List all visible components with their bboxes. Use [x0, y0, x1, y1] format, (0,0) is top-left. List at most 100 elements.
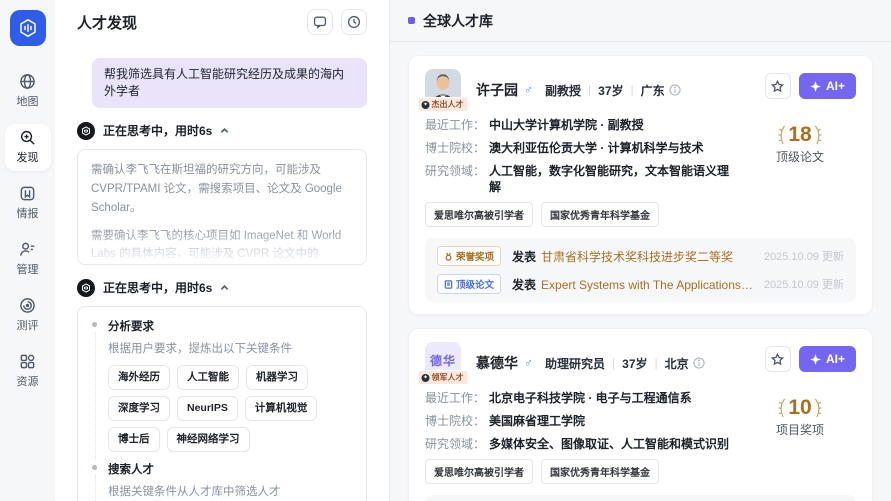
chevron-up-icon	[220, 283, 229, 292]
ai-plus-label: AI+	[826, 79, 845, 93]
info-icon[interactable]	[693, 357, 705, 369]
sidebar-item-label: 发现	[17, 149, 39, 165]
honor-tag: 国家优秀青年科学基金	[541, 459, 659, 484]
favorite-button[interactable]	[765, 73, 791, 99]
info-row-phd: 博士院校： 美国麻省理工学院	[425, 413, 738, 430]
hexagon-wave-icon	[81, 283, 91, 293]
sidebar-item-label: 情报	[17, 205, 39, 221]
honor-tags: 爱思唯尔高被引学者 国家优秀青年科学基金	[425, 459, 856, 484]
info-value: 美国麻省理工学院	[489, 413, 585, 430]
talent-name[interactable]: 慕德华	[476, 353, 518, 373]
talent-card[interactable]: 德华 ✦ 领军人才 慕德华 ♂ 助理研究员 37岁	[408, 328, 873, 501]
pool-header: 全球人才库	[390, 0, 891, 42]
hexagon-wave-icon	[81, 126, 91, 136]
step-search: 搜索人才 根据关键条件从人才库中筛选人才	[91, 461, 353, 501]
divider	[624, 83, 641, 97]
app-logo[interactable]	[10, 10, 46, 46]
award-badge: 荣誉奖项	[437, 246, 501, 266]
activity-link[interactable]: Expert Systems with The Applications new…	[541, 276, 754, 293]
talent-discovery-panel: 人才发现 帮我筛选具有人工智能研究经历及成果的海内外学者 正在思考中，用时6s	[55, 0, 390, 501]
info-label: 最近工作：	[425, 117, 485, 134]
new-chat-button[interactable]	[307, 9, 333, 35]
thinking-steps: 分析要求 根据用户要求，提炼出以下关键条件 海外经历 人工智能 机器学习 深度学…	[77, 306, 367, 501]
honor-tag: 爱思唯尔高被引学者	[425, 459, 533, 484]
keyword-tag: 神经网络学习	[167, 427, 250, 452]
divider	[605, 356, 622, 370]
sidebar-item-discover[interactable]: 发现	[5, 124, 51, 171]
keyword-tag: 计算机视觉	[245, 396, 318, 421]
info-label: 研究领域：	[425, 163, 485, 197]
hexagon-wave-icon	[18, 18, 38, 38]
talent-name[interactable]: 许子园	[476, 80, 518, 100]
chat-header: 人才发现	[55, 0, 389, 44]
info-row-phd: 博士院校： 澳大利亚伍伦贡大学 · 计算机科学与技术	[425, 140, 738, 157]
page-title: 人才发现	[77, 12, 137, 33]
talent-meta: 助理研究员 37岁 北京	[545, 355, 705, 372]
favorite-button[interactable]	[765, 346, 791, 372]
activity-action: 发表	[512, 276, 536, 293]
highlight-stat: 18 顶级论文	[748, 123, 852, 165]
badge-label: 杰出人才	[432, 99, 464, 110]
laurel-icon	[814, 124, 823, 146]
stat-value: 18	[788, 123, 811, 147]
global-talent-pool-panel: 全球人才库	[390, 0, 891, 501]
avatar-wrap: ✦ 杰出人才	[425, 69, 461, 105]
activity-link[interactable]: 甘肃省科学技术奖科技进步奖二等奖	[541, 248, 754, 265]
sidebar-item-map[interactable]: 地图	[5, 68, 51, 115]
activity-badge-label: 荣誉奖项	[456, 249, 494, 263]
thinking-toggle-2[interactable]: 正在思考中，用时6s	[77, 279, 367, 297]
divider	[648, 356, 665, 370]
ai-plus-button[interactable]: AI+	[799, 73, 856, 99]
thinking-status: 正在思考中，用时6s	[103, 279, 212, 296]
info-row-field: 研究领域： 多媒体安全、图像取证、人工智能和模式识别	[425, 436, 738, 453]
age: 37岁	[622, 355, 647, 372]
avatar-wrap: 德华 ✦ 领军人才	[425, 342, 461, 378]
thinking-content-1: 需确认李飞飞在斯坦福的研究方向，可能涉及 CVPR/TPAMI 论文，需搜索项目…	[77, 149, 367, 265]
left-nav-rail: 地图 发现 情报 管理 测评 资源	[0, 0, 55, 501]
sidebar-item-label: 测评	[17, 317, 39, 333]
talent-card[interactable]: ✦ 杰出人才 许子园 ♂ 副教授 37岁 广东	[408, 55, 873, 315]
info-label: 最近工作：	[425, 390, 485, 407]
honor-tag: 爱思唯尔高被引学者	[425, 202, 533, 227]
activity-row: 顶级论文 发表 Expert Systems with The Applicat…	[437, 274, 844, 294]
activity-box: 荣誉奖项 发表 Expert Systems with The Applicat…	[425, 495, 856, 501]
section-bullet	[408, 17, 415, 24]
sidebar-item-resources[interactable]: 资源	[5, 348, 51, 395]
chevron-up-icon	[220, 126, 229, 135]
laurel-icon	[777, 124, 786, 146]
ai-plus-button[interactable]: AI+	[799, 346, 856, 372]
keyword-tags: 海外经历 人工智能 机器学习 深度学习 NeurIPS 计算机视觉 博士后 神经…	[108, 365, 353, 453]
step-title: 搜索人才	[108, 461, 353, 480]
location: 北京	[665, 355, 689, 372]
info-icon[interactable]	[669, 84, 681, 96]
keyword-tag: 博士后	[108, 427, 160, 452]
divider	[581, 83, 598, 97]
sidebar-item-label: 地图	[17, 93, 39, 109]
step-bullet	[92, 322, 97, 327]
sidebar-item-assess[interactable]: 测评	[5, 292, 51, 339]
thinking-status: 正在思考中，用时6s	[103, 122, 212, 139]
stat-value: 10	[788, 396, 811, 420]
user-manage-icon	[19, 241, 36, 258]
paper-badge: 顶级论文	[437, 274, 501, 294]
fade-overlay	[78, 228, 366, 264]
step-analyze: 分析要求 根据用户要求，提炼出以下关键条件 海外经历 人工智能 机器学习 深度学…	[91, 318, 353, 453]
ai-plus-label: AI+	[826, 352, 845, 366]
info-value: 人工智能，数字化智能研究，文本智能语义理解	[489, 163, 738, 197]
discover-search-icon	[19, 129, 36, 146]
sidebar-item-manage[interactable]: 管理	[5, 236, 51, 283]
keyword-tag: NeurIPS	[177, 396, 238, 421]
male-icon: ♂	[524, 356, 533, 370]
pool-title: 全球人才库	[423, 11, 493, 31]
keyword-tag: 海外经历	[108, 365, 170, 390]
history-button[interactable]	[341, 9, 367, 35]
activity-badge-label: 顶级论文	[456, 277, 494, 291]
step-bullet	[92, 465, 97, 470]
info-row-work: 最近工作： 中山大学计算机学院 · 副教授	[425, 117, 738, 134]
history-clock-icon	[347, 15, 361, 29]
bookmark-icon	[19, 185, 36, 202]
star-icon	[771, 353, 784, 366]
sidebar-item-intel[interactable]: 情报	[5, 180, 51, 227]
thinking-paragraph: 需确认李飞飞在斯坦福的研究方向，可能涉及 CVPR/TPAMI 论文，需搜索项目…	[91, 161, 353, 218]
thinking-toggle-1[interactable]: 正在思考中，用时6s	[77, 122, 367, 140]
